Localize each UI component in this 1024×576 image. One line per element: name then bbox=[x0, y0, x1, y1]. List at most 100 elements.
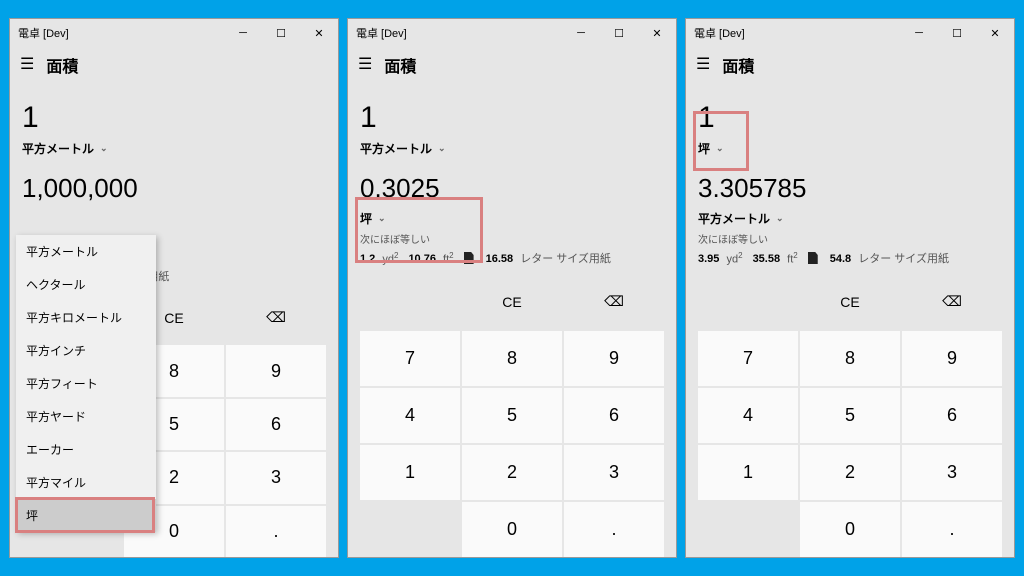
hamburger-icon[interactable]: ☰ bbox=[20, 57, 34, 73]
key-1[interactable]: 1 bbox=[360, 445, 460, 500]
minimize-button[interactable]: ─ bbox=[562, 19, 600, 47]
input-value[interactable]: 1 bbox=[360, 101, 664, 134]
conversion-row: 1.2 yd2 10.76 ft2 16.58 レター サイズ用紙 bbox=[360, 250, 664, 266]
header: ☰ 面積 bbox=[10, 47, 338, 85]
window-title: 電卓 [Dev] bbox=[694, 25, 900, 41]
backspace-button[interactable]: ⌫ bbox=[564, 274, 664, 329]
window-title: 電卓 [Dev] bbox=[18, 25, 224, 41]
input-unit-label: 平方メートル bbox=[22, 140, 94, 157]
key-6[interactable]: 6 bbox=[564, 388, 664, 443]
key-7[interactable]: 7 bbox=[360, 331, 460, 386]
key-5[interactable]: 5 bbox=[462, 388, 562, 443]
minimize-button[interactable]: ─ bbox=[900, 19, 938, 47]
paper-equiv: 54.8 レター サイズ用紙 bbox=[830, 250, 949, 266]
calculator-window-b: 電卓 [Dev] ─ ☐ ✕ ☰ 面積 1 平方メートル ⌄ 0.3025 坪 … bbox=[347, 18, 677, 558]
key-dot[interactable]: . bbox=[564, 502, 664, 557]
key-3[interactable]: 3 bbox=[564, 445, 664, 500]
key-0[interactable]: 0 bbox=[462, 502, 562, 557]
paper-equiv: 16.58 レター サイズ用紙 bbox=[486, 250, 611, 266]
key-9[interactable]: 9 bbox=[902, 331, 1002, 386]
key-8[interactable]: 8 bbox=[462, 331, 562, 386]
backspace-button[interactable]: ⌫ bbox=[902, 274, 1002, 329]
input-unit-label: 平方メートル bbox=[360, 140, 432, 157]
yd-equiv: 1.2 yd2 bbox=[360, 251, 398, 266]
titlebar: 電卓 [Dev] ─ ☐ ✕ bbox=[10, 19, 338, 47]
mode-label: 面積 bbox=[46, 53, 78, 77]
dropdown-item-sqyd[interactable]: 平方ヤード bbox=[16, 400, 156, 433]
ft-equiv: 35.58 ft2 bbox=[753, 251, 798, 266]
close-button[interactable]: ✕ bbox=[638, 19, 676, 47]
output-value[interactable]: 3.305785 bbox=[698, 173, 1002, 204]
close-button[interactable]: ✕ bbox=[300, 19, 338, 47]
backspace-button[interactable]: ⌫ bbox=[226, 292, 326, 343]
dropdown-item-hectare[interactable]: ヘクタール bbox=[16, 268, 156, 301]
output-unit-selector[interactable]: 坪 ⌄ bbox=[360, 210, 664, 227]
input-unit-label: 坪 bbox=[698, 140, 710, 157]
approx-label: 次にほぼ等しい bbox=[698, 231, 1002, 246]
chevron-down-icon: ⌄ bbox=[100, 143, 108, 154]
hamburger-icon[interactable]: ☰ bbox=[696, 57, 710, 73]
key-6[interactable]: 6 bbox=[902, 388, 1002, 443]
key-dot[interactable]: . bbox=[226, 506, 326, 557]
input-unit-selector[interactable]: 平方メートル ⌄ bbox=[360, 140, 664, 157]
chevron-down-icon: ⌄ bbox=[438, 143, 446, 154]
paper-icon bbox=[464, 252, 474, 264]
input-unit-selector[interactable]: 坪 ⌄ bbox=[698, 140, 1002, 157]
ce-button[interactable]: CE bbox=[462, 274, 562, 329]
maximize-button[interactable]: ☐ bbox=[262, 19, 300, 47]
key-6[interactable]: 6 bbox=[226, 399, 326, 450]
minimize-button[interactable]: ─ bbox=[224, 19, 262, 47]
output-unit-label: 坪 bbox=[360, 210, 372, 227]
maximize-button[interactable]: ☐ bbox=[600, 19, 638, 47]
key-3[interactable]: 3 bbox=[902, 445, 1002, 500]
input-value[interactable]: 1 bbox=[698, 101, 1002, 134]
key-9[interactable]: 9 bbox=[226, 345, 326, 396]
approx-label: 次にほぼ等しい bbox=[360, 231, 664, 246]
input-value[interactable]: 1 bbox=[22, 101, 326, 134]
chevron-down-icon: ⌄ bbox=[378, 213, 386, 224]
key-9[interactable]: 9 bbox=[564, 331, 664, 386]
dropdown-item-tsubo[interactable]: 坪 bbox=[16, 499, 156, 532]
dropdown-item-sqmi[interactable]: 平方マイル bbox=[16, 466, 156, 499]
key-0[interactable]: 0 bbox=[800, 502, 900, 557]
input-unit-selector[interactable]: 平方メートル ⌄ bbox=[22, 140, 326, 157]
calculator-window-c: 電卓 [Dev] ─ ☐ ✕ ☰ 面積 1 坪 ⌄ 3.305785 平方メート… bbox=[685, 18, 1015, 558]
key-7[interactable]: 7 bbox=[698, 331, 798, 386]
titlebar: 電卓 [Dev] ─ ☐ ✕ bbox=[686, 19, 1014, 47]
output-unit-selector[interactable]: 平方メートル ⌄ bbox=[698, 210, 1002, 227]
key-3[interactable]: 3 bbox=[226, 452, 326, 503]
yd-equiv: 3.95 yd2 bbox=[698, 251, 743, 266]
dropdown-item-sqft[interactable]: 平方フィート bbox=[16, 367, 156, 400]
output-value[interactable]: 0.3025 bbox=[360, 173, 664, 204]
conversion-row: 3.95 yd2 35.58 ft2 54.8 レター サイズ用紙 bbox=[698, 250, 1002, 266]
key-4[interactable]: 4 bbox=[360, 388, 460, 443]
paper-icon bbox=[808, 252, 818, 264]
titlebar: 電卓 [Dev] ─ ☐ ✕ bbox=[348, 19, 676, 47]
key-2[interactable]: 2 bbox=[800, 445, 900, 500]
mode-label: 面積 bbox=[722, 53, 754, 77]
hamburger-icon[interactable]: ☰ bbox=[358, 57, 372, 73]
ce-button[interactable]: CE bbox=[800, 274, 900, 329]
dropdown-item-sqin[interactable]: 平方インチ bbox=[16, 334, 156, 367]
dropdown-item-sqm[interactable]: 平方メートル bbox=[16, 235, 156, 268]
mode-label: 面積 bbox=[384, 53, 416, 77]
key-2[interactable]: 2 bbox=[462, 445, 562, 500]
chevron-down-icon: ⌄ bbox=[716, 143, 724, 154]
maximize-button[interactable]: ☐ bbox=[938, 19, 976, 47]
dropdown-item-sqkm[interactable]: 平方キロメートル bbox=[16, 301, 156, 334]
chevron-down-icon: ⌄ bbox=[776, 213, 784, 224]
content: 1 平方メートル ⌄ 0.3025 坪 ⌄ 次にほぼ等しい 1.2 yd2 10… bbox=[348, 85, 676, 557]
close-button[interactable]: ✕ bbox=[976, 19, 1014, 47]
output-unit-dropdown: 平方メートル ヘクタール 平方キロメートル 平方インチ 平方フィート 平方ヤード… bbox=[16, 235, 156, 532]
key-1[interactable]: 1 bbox=[698, 445, 798, 500]
key-dot[interactable]: . bbox=[902, 502, 1002, 557]
keypad: CE ⌫ 7 8 9 4 5 6 1 2 3 0 . bbox=[360, 274, 664, 557]
key-5[interactable]: 5 bbox=[800, 388, 900, 443]
header: ☰ 面積 bbox=[348, 47, 676, 85]
key-4[interactable]: 4 bbox=[698, 388, 798, 443]
dropdown-item-acre[interactable]: エーカー bbox=[16, 433, 156, 466]
calculator-window-a: 電卓 [Dev] ─ ☐ ✕ ☰ 面積 1 平方メートル ⌄ 1,000,000… bbox=[9, 18, 339, 558]
content: 1 坪 ⌄ 3.305785 平方メートル ⌄ 次にほぼ等しい 3.95 yd2… bbox=[686, 85, 1014, 557]
output-value[interactable]: 1,000,000 bbox=[22, 173, 326, 204]
key-8[interactable]: 8 bbox=[800, 331, 900, 386]
